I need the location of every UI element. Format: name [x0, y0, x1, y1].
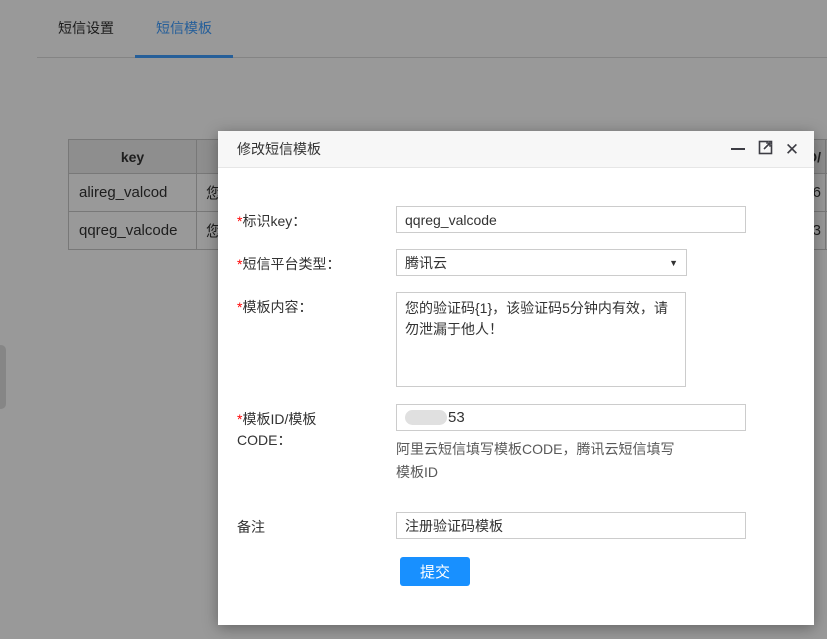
- close-icon: ✕: [785, 141, 799, 158]
- template-id-field-label: *模板ID/模板CODE：: [237, 404, 396, 451]
- template-id-group: 53 阿里云短信填写模板CODE，腾讯云短信填写模板ID: [396, 404, 746, 484]
- template-content-textarea[interactable]: 您的验证码{1}，该验证码5分钟内有效，请勿泄漏于他人！: [396, 292, 686, 387]
- redacted-value-blob: [405, 410, 447, 425]
- form-row-content: *模板内容： 您的验证码{1}，该验证码5分钟内有效，请勿泄漏于他人！: [237, 292, 795, 387]
- remark-field-label: 备注: [237, 512, 396, 538]
- key-input[interactable]: [396, 206, 746, 233]
- dialog-header: 修改短信模板 ✕: [218, 131, 814, 168]
- form-row-remark: 备注: [237, 512, 795, 539]
- template-id-help-text: 阿里云短信填写模板CODE，腾讯云短信填写模板ID: [396, 438, 684, 484]
- form-row-template-id: *模板ID/模板CODE： 53 阿里云短信填写模板CODE，腾讯云短信填写模板…: [237, 404, 795, 484]
- maximize-button[interactable]: [756, 140, 774, 158]
- edit-sms-template-dialog: 修改短信模板 ✕ *标识key：: [218, 131, 814, 625]
- template-id-input[interactable]: 53: [396, 404, 746, 431]
- dialog-title: 修改短信模板: [237, 139, 720, 159]
- platform-select-value: 腾讯云: [405, 253, 447, 273]
- form-row-key: *标识key：: [237, 206, 795, 233]
- submit-button[interactable]: 提交: [400, 557, 470, 586]
- content-field-label: *模板内容：: [237, 292, 396, 318]
- dialog-body: *标识key： *短信平台类型： 腾讯云 ▼ *模板内容： 您的验证码{1}，该…: [218, 168, 814, 586]
- platform-field-label: *短信平台类型：: [237, 249, 396, 275]
- minimize-button[interactable]: [729, 140, 747, 158]
- minimize-icon: [731, 148, 745, 150]
- page: 短信设置 短信模板 key D/ alireg_valcod 您 76 qqre…: [0, 0, 827, 639]
- close-button[interactable]: ✕: [783, 140, 801, 158]
- chevron-down-icon: ▼: [669, 258, 678, 268]
- template-id-visible-suffix: 53: [448, 409, 465, 426]
- maximize-icon: [758, 140, 773, 159]
- remark-input[interactable]: [396, 512, 746, 539]
- platform-select[interactable]: 腾讯云 ▼: [396, 249, 687, 276]
- key-field-label: *标识key：: [237, 206, 396, 232]
- form-row-platform: *短信平台类型： 腾讯云 ▼: [237, 249, 795, 276]
